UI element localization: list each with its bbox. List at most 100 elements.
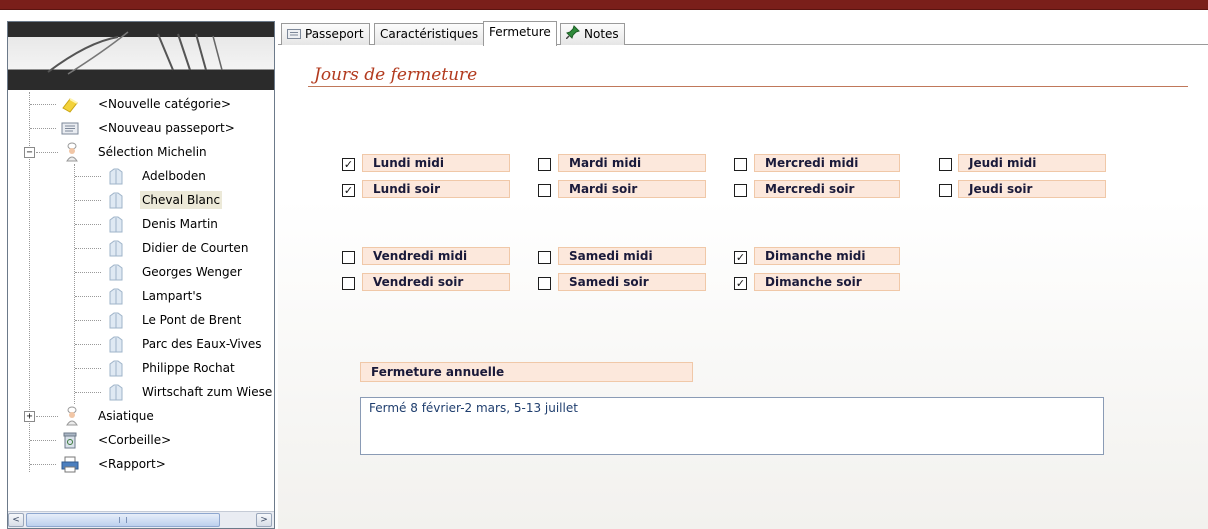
tree-item-label: Adelboden bbox=[142, 169, 206, 183]
tab-label: Passeport bbox=[305, 27, 364, 41]
label-vendredi-soir: Vendredi soir bbox=[362, 273, 510, 291]
recycle-bin-icon bbox=[60, 430, 80, 450]
checkbox-vendredi-midi[interactable] bbox=[342, 251, 355, 264]
chef-icon bbox=[62, 406, 82, 426]
tree-item-michelin[interactable]: − Sélection Michelin bbox=[8, 140, 274, 164]
label-dimanche-soir: Dimanche soir bbox=[754, 273, 900, 291]
scroll-right-button[interactable]: > bbox=[256, 513, 272, 527]
tree-item-restaurant[interactable]: Lampart's bbox=[8, 284, 274, 308]
chef-jacket-icon bbox=[106, 334, 126, 354]
tree-item-restaurant[interactable]: Didier de Courten bbox=[8, 236, 274, 260]
tab-passeport[interactable]: Passeport bbox=[281, 23, 370, 45]
horizontal-scrollbar[interactable]: < > bbox=[8, 511, 274, 528]
checkbox-vendredi-soir[interactable] bbox=[342, 277, 355, 290]
chef-jacket-icon bbox=[106, 310, 126, 330]
tree-item-label: Sélection Michelin bbox=[98, 145, 207, 159]
label-samedi-soir: Samedi soir bbox=[558, 273, 706, 291]
tab-label: Caractéristiques bbox=[380, 27, 479, 41]
tab-fermeture[interactable]: Fermeture bbox=[483, 21, 557, 46]
checkbox-samedi-midi[interactable] bbox=[538, 251, 551, 264]
folder-icon bbox=[60, 94, 80, 114]
tree-item-label: <Nouvelle catégorie> bbox=[98, 97, 232, 111]
tree-item-label: Asiatique bbox=[98, 409, 154, 423]
tree-item-restaurant[interactable]: Adelboden bbox=[8, 164, 274, 188]
collapse-toggle[interactable]: − bbox=[24, 147, 35, 158]
tab-label: Notes bbox=[584, 27, 619, 41]
label-mardi-midi: Mardi midi bbox=[558, 154, 706, 172]
pushpin-icon bbox=[565, 24, 580, 45]
chef-jacket-icon bbox=[106, 238, 126, 258]
tree-item-report[interactable]: <Rapport> bbox=[8, 452, 274, 476]
chef-jacket-icon bbox=[106, 166, 126, 186]
tab-bar: Passeport Caractéristiques Fermeture Not… bbox=[278, 21, 1208, 46]
tree-item-new-category[interactable]: <Nouvelle catégorie> bbox=[8, 92, 274, 116]
tab-label: Fermeture bbox=[489, 25, 551, 39]
annual-closing-label: Fermeture annuelle bbox=[360, 362, 693, 382]
checkbox-mardi-midi[interactable] bbox=[538, 158, 551, 171]
tree-item-trash[interactable]: <Corbeille> bbox=[8, 428, 274, 452]
chef-jacket-icon bbox=[106, 214, 126, 234]
chef-jacket-icon bbox=[106, 190, 126, 210]
checkbox-mercredi-soir[interactable] bbox=[734, 184, 747, 197]
section-divider bbox=[308, 86, 1188, 87]
checkbox-mercredi-midi[interactable] bbox=[734, 158, 747, 171]
checkbox-dimanche-midi[interactable]: ✓ bbox=[734, 251, 747, 264]
tree-item-label: <Corbeille> bbox=[98, 433, 172, 447]
checkbox-dimanche-soir[interactable]: ✓ bbox=[734, 277, 747, 290]
label-vendredi-midi: Vendredi midi bbox=[362, 247, 510, 265]
tree-item-label: Le Pont de Brent bbox=[142, 313, 242, 327]
chef-jacket-icon bbox=[106, 358, 126, 378]
tree-item-restaurant[interactable]: Parc des Eaux-Vives bbox=[8, 332, 274, 356]
tab-notes[interactable]: Notes bbox=[560, 23, 625, 45]
tree-item-restaurant[interactable]: Denis Martin bbox=[8, 212, 274, 236]
tree-item-label: Didier de Courten bbox=[142, 241, 249, 255]
chef-jacket-icon bbox=[106, 262, 126, 282]
tree-item-restaurant[interactable]: Cheval Blanc bbox=[8, 188, 274, 212]
scroll-thumb[interactable] bbox=[26, 513, 220, 527]
label-mercredi-soir: Mercredi soir bbox=[754, 180, 900, 198]
tree-item-restaurant[interactable]: Le Pont de Brent bbox=[8, 308, 274, 332]
tree-item-label: <Nouveau passeport> bbox=[98, 121, 235, 135]
scroll-left-button[interactable]: < bbox=[8, 513, 24, 527]
checkbox-jeudi-soir[interactable] bbox=[939, 184, 952, 197]
label-dimanche-midi: Dimanche midi bbox=[754, 247, 900, 265]
checkbox-lundi-midi[interactable]: ✓ bbox=[342, 158, 355, 171]
tree-item-restaurant[interactable]: Philippe Rochat bbox=[8, 356, 274, 380]
tree-item-restaurant[interactable]: Georges Wenger bbox=[8, 260, 274, 284]
chef-jacket-icon bbox=[106, 286, 126, 306]
label-mercredi-midi: Mercredi midi bbox=[754, 154, 900, 172]
passport-icon bbox=[287, 25, 301, 45]
window-top-bar bbox=[0, 0, 1208, 10]
label-samedi-midi: Samedi midi bbox=[558, 247, 706, 265]
tree-item-label: <Rapport> bbox=[98, 457, 166, 471]
detail-panel: Passeport Caractéristiques Fermeture Not… bbox=[278, 21, 1208, 529]
expand-toggle[interactable]: + bbox=[24, 411, 35, 422]
tree-item-label: Philippe Rochat bbox=[142, 361, 235, 375]
tree-item-label: Denis Martin bbox=[142, 217, 218, 231]
tree-item-restaurant[interactable]: Wirtschaft zum Wiese bbox=[8, 380, 274, 404]
tree-item-asiatique[interactable]: + Asiatique bbox=[8, 404, 274, 428]
label-mardi-soir: Mardi soir bbox=[558, 180, 706, 198]
printer-icon bbox=[60, 454, 80, 474]
tree-item-new-passport[interactable]: <Nouveau passeport> bbox=[8, 116, 274, 140]
checkbox-lundi-soir[interactable]: ✓ bbox=[342, 184, 355, 197]
checkbox-jeudi-midi[interactable] bbox=[939, 158, 952, 171]
tab-caracteristiques[interactable]: Caractéristiques bbox=[374, 23, 485, 45]
navigation-panel: <Nouvelle catégorie> <Nouveau passeport>… bbox=[7, 21, 275, 529]
tree-item-label: Wirtschaft zum Wiese bbox=[142, 385, 273, 399]
label-lundi-soir: Lundi soir bbox=[362, 180, 510, 198]
chef-jacket-icon bbox=[106, 382, 126, 402]
tree-item-label: Parc des Eaux-Vives bbox=[142, 337, 262, 351]
label-jeudi-soir: Jeudi soir bbox=[958, 180, 1106, 198]
label-lundi-midi: Lundi midi bbox=[362, 154, 510, 172]
tree-item-label: Lampart's bbox=[142, 289, 202, 303]
document-icon bbox=[60, 118, 80, 138]
annual-closing-field[interactable]: Fermé 8 février-2 mars, 5-13 juillet bbox=[360, 397, 1104, 455]
chef-icon bbox=[62, 142, 82, 162]
checkbox-mardi-soir[interactable] bbox=[538, 184, 551, 197]
tree-item-label: Cheval Blanc bbox=[140, 191, 223, 209]
banner-image bbox=[8, 22, 274, 90]
label-jeudi-midi: Jeudi midi bbox=[958, 154, 1106, 172]
tree-item-label: Georges Wenger bbox=[142, 265, 242, 279]
checkbox-samedi-soir[interactable] bbox=[538, 277, 551, 290]
